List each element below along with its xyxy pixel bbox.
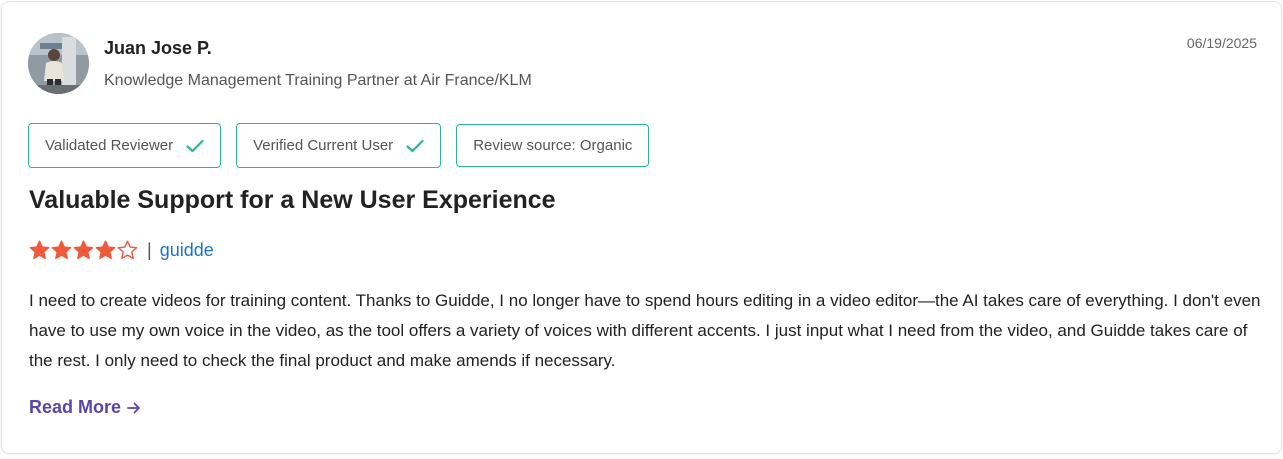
badge-label: Verified Current User — [253, 137, 394, 154]
star-filled-icon — [73, 240, 94, 259]
badge-verified-current-user: Verified Current User — [236, 123, 442, 168]
review-title: Valuable Support for a New User Experien… — [29, 186, 556, 214]
star-empty-icon — [117, 240, 138, 259]
rating-row: | guidde — [29, 239, 214, 261]
reviewer-avatar[interactable] — [28, 33, 89, 94]
star-filled-icon — [95, 240, 116, 259]
reviewer-job-title: Knowledge Management Training Partner at… — [104, 72, 532, 89]
review-card: Juan Jose P. Knowledge Management Traini… — [1, 1, 1282, 454]
badge-label: Validated Reviewer — [45, 137, 174, 154]
badge-review-source: Review source: Organic — [456, 124, 650, 167]
product-link[interactable]: guidde — [160, 240, 214, 261]
star-filled-icon — [29, 240, 50, 259]
arrow-right-icon — [127, 402, 140, 413]
badge-label: Review source: Organic — [473, 137, 633, 154]
check-icon — [186, 139, 204, 152]
check-icon — [406, 139, 424, 152]
read-more-label: Read More — [29, 397, 122, 417]
rating-separator: | — [147, 239, 152, 260]
review-body: I need to create videos for training con… — [29, 291, 1261, 370]
badge-validated-reviewer: Validated Reviewer — [28, 123, 222, 168]
star-rating — [29, 240, 139, 261]
avatar-photo-icon — [28, 33, 89, 94]
badge-row: Validated Reviewer Verified Current User… — [28, 123, 650, 168]
star-filled-icon — [51, 240, 72, 259]
reviewer-name: Juan Jose P. — [104, 38, 212, 58]
review-date: 06/19/2025 — [1186, 35, 1257, 51]
read-more-link[interactable]: Read More — [29, 397, 142, 418]
